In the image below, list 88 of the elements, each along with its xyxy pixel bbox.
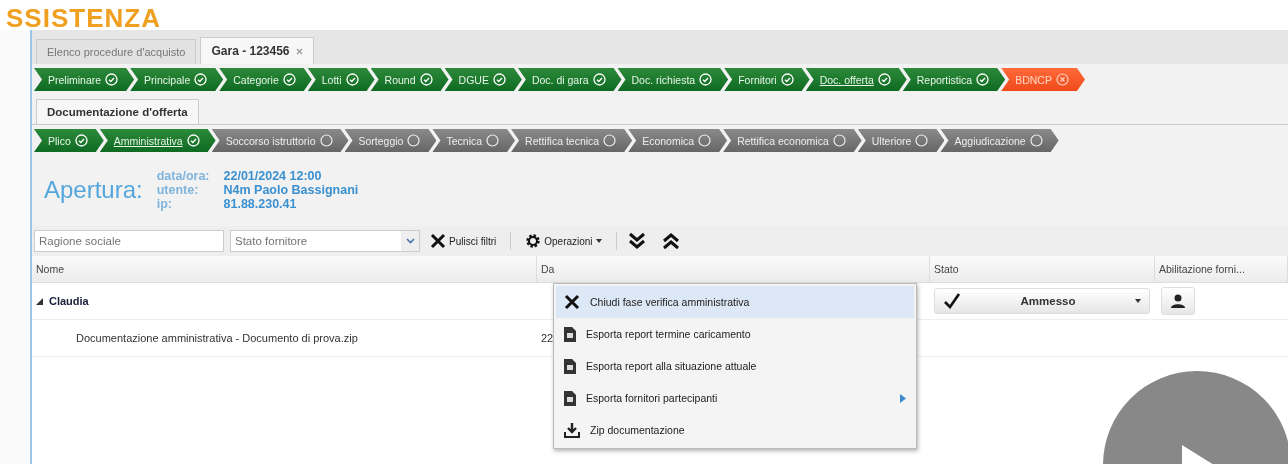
document-icon: [564, 326, 576, 342]
check-icon: [943, 293, 961, 309]
check-circle-icon: [877, 73, 891, 86]
tab[interactable]: Gara - 123456: [200, 37, 314, 64]
gear-icon: [525, 233, 542, 249]
check-circle-icon: [780, 73, 794, 86]
document-icon: [564, 358, 576, 374]
x-circle-icon: [1055, 73, 1069, 86]
empty-circle-icon: [832, 134, 846, 147]
company-filter-field[interactable]: Ragione sociale: [34, 230, 224, 252]
brand-title: SSISTENZA: [6, 6, 161, 30]
phase-step[interactable]: Aggiudicazione: [940, 129, 1059, 152]
menu-item[interactable]: Zip documentazione: [556, 414, 914, 446]
field-label: data/ora:: [156, 169, 210, 183]
status-filter-select[interactable]: Stato fornitore: [230, 230, 420, 252]
empty-circle-icon: [407, 134, 421, 147]
supplier-access-button[interactable]: [1161, 287, 1195, 315]
clear-filters-button[interactable]: Pulisci filtri: [426, 231, 501, 251]
tab[interactable]: Elenco procedure d'acquisto: [36, 39, 197, 64]
check-circle-icon: [186, 134, 200, 147]
check-circle-icon: [105, 73, 119, 86]
close-icon[interactable]: [295, 47, 303, 55]
phase-step[interactable]: Tecnica: [432, 129, 516, 152]
check-circle-icon: [592, 73, 606, 86]
field-label: ip:: [156, 197, 173, 211]
check-circle-icon: [699, 73, 713, 86]
check-circle-icon: [74, 134, 88, 147]
close-icon: [430, 233, 446, 249]
caret-icon: [1135, 299, 1141, 303]
phase-step[interactable]: Rettifica tecnica: [511, 129, 633, 152]
file-name: Documentazione amministrativa - Documento di prova.zip: [76, 332, 358, 344]
empty-circle-icon: [486, 134, 500, 147]
phase-step[interactable]: Doc. di gara: [517, 68, 622, 91]
menu-item[interactable]: Esporta report termine caricamento: [556, 318, 914, 350]
phase-step[interactable]: Doc. offerta: [805, 68, 907, 91]
menu-item[interactable]: Chiudi fase verifica amministrativa: [556, 286, 914, 318]
column-header: Da: [537, 256, 930, 282]
user-icon: [1170, 294, 1186, 308]
field-value: N4m Paolo Bassignani: [223, 183, 359, 197]
column-header: Abilitazione forni...: [1155, 256, 1288, 282]
phase-step[interactable]: Doc. richiesta: [617, 68, 729, 91]
phase-step[interactable]: Rettifica economica: [723, 129, 862, 152]
phase-step[interactable]: Preliminare: [34, 68, 135, 91]
play-button-icon[interactable]: [1102, 370, 1288, 464]
check-circle-icon: [345, 73, 359, 86]
empty-circle-icon: [698, 134, 712, 147]
caret-icon: [595, 239, 602, 243]
empty-circle-icon: [915, 134, 929, 147]
supplier-name: Claudia: [49, 295, 89, 307]
opening-title: Apertura:: [44, 176, 143, 204]
check-circle-icon: [976, 73, 990, 86]
phase-step[interactable]: Round: [370, 68, 449, 91]
empty-circle-icon: [603, 134, 617, 147]
phase-step[interactable]: Plico: [34, 129, 104, 152]
section-tab[interactable]: Documentazione d'offerta: [36, 99, 199, 124]
phase-step[interactable]: Sorteggio: [344, 129, 437, 152]
menu-item[interactable]: Esporta report alla situazione attuale: [556, 350, 914, 382]
phase-step[interactable]: Fornitori: [724, 68, 810, 91]
check-circle-icon: [282, 73, 296, 86]
phase-step[interactable]: Reportistica: [902, 68, 1006, 91]
check-circle-icon: [194, 73, 208, 86]
field-value: 81.88.230.41: [223, 197, 298, 211]
empty-circle-icon: [319, 134, 333, 147]
phase-step[interactable]: Amministrativa: [99, 129, 216, 152]
check-circle-icon: [492, 73, 506, 86]
phase-step[interactable]: Soccorso istruttorio: [211, 129, 349, 152]
phase-step[interactable]: Ulteriore: [857, 129, 945, 152]
field-value: 22/01/2024 12:00: [223, 169, 323, 183]
phase-step[interactable]: Economica: [628, 129, 728, 152]
phase-step[interactable]: Lotti: [307, 68, 375, 91]
phase-step[interactable]: Categorie: [219, 68, 312, 91]
expander-icon[interactable]: [36, 297, 43, 305]
operations-button[interactable]: Operazioni: [521, 231, 606, 251]
status-select[interactable]: Ammesso: [934, 288, 1150, 314]
date-cell: 22: [541, 332, 554, 344]
close-icon: [564, 294, 580, 310]
check-circle-icon: [419, 73, 433, 86]
expand-all-icon[interactable]: [626, 232, 647, 250]
column-header: Nome: [32, 256, 537, 282]
collapse-all-icon[interactable]: [660, 232, 681, 250]
field-label: utente:: [156, 183, 200, 197]
phase-step[interactable]: DGUE: [444, 68, 522, 91]
column-header: Stato: [930, 256, 1155, 282]
menu-item[interactable]: Esporta fornitori partecipanti: [556, 382, 914, 414]
document-icon: [564, 390, 576, 406]
phase-step[interactable]: Principale: [130, 68, 224, 91]
download-icon: [564, 422, 580, 438]
empty-circle-icon: [1029, 134, 1043, 147]
